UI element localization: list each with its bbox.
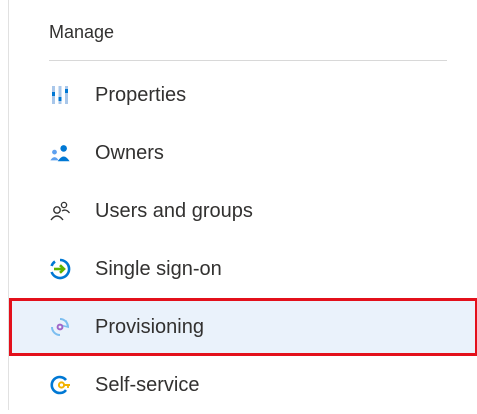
menu-item-label: Single sign-on (95, 257, 222, 280)
menu-item-provisioning[interactable]: Provisioning (9, 298, 477, 356)
menu-item-single-sign-on[interactable]: Single sign-on (9, 240, 477, 298)
menu-item-label: Self-service (95, 373, 200, 396)
properties-icon (49, 84, 71, 106)
menu-item-label: Owners (95, 141, 164, 164)
menu-item-owners[interactable]: Owners (9, 124, 477, 182)
menu-item-properties[interactable]: Properties (9, 66, 477, 124)
provisioning-icon (49, 316, 71, 338)
menu-item-label: Provisioning (95, 315, 204, 338)
owners-icon (49, 142, 71, 164)
section-divider (49, 60, 447, 61)
menu-item-users-and-groups[interactable]: Users and groups (9, 182, 477, 240)
manage-menu: Properties Owners Users and groups Singl… (9, 66, 477, 414)
self-service-icon (49, 374, 71, 396)
users-groups-icon (49, 200, 71, 222)
menu-item-self-service[interactable]: Self-service (9, 356, 477, 414)
single-sign-on-icon (49, 258, 71, 280)
menu-item-label: Users and groups (95, 199, 253, 222)
section-header-manage: Manage (49, 22, 115, 42)
manage-panel: Manage Properties Owners Users and group… (8, 0, 477, 410)
menu-item-label: Properties (95, 83, 187, 106)
